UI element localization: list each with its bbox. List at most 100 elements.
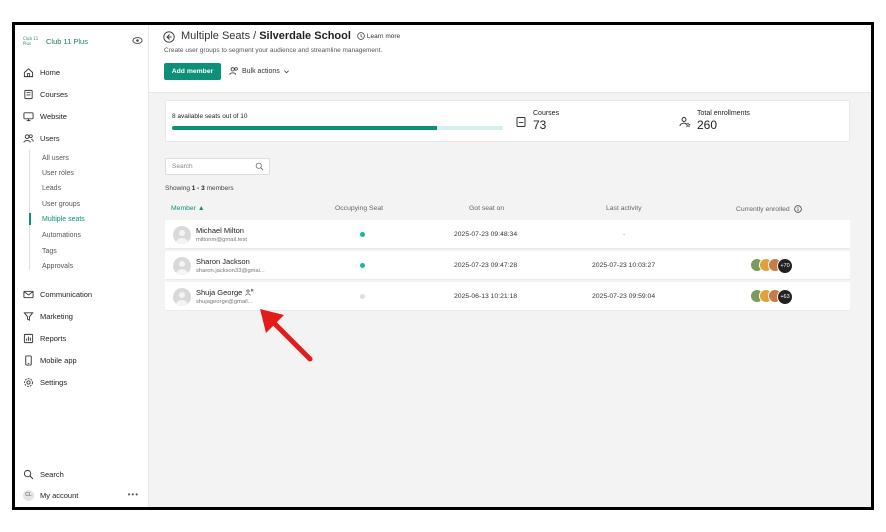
sidebar-item-label: Tags — [42, 247, 57, 255]
nav-marketing[interactable]: Marketing — [23, 309, 143, 323]
back-arrow-icon[interactable] — [163, 31, 175, 43]
member-name[interactable]: Sharon Jackson — [196, 257, 250, 266]
bulk-actions-label: Bulk actions — [242, 67, 280, 75]
seats-stats-card: 8 available seats out of 10 Courses 73 T… — [165, 100, 850, 142]
home-icon — [23, 67, 34, 77]
sidebar-item-approvals[interactable]: Approvals — [29, 260, 139, 272]
nav-communication-label: Communication — [40, 289, 93, 299]
courses-icon — [24, 89, 33, 99]
nav-my-account[interactable]: CL My account ••• — [23, 488, 143, 502]
funnel-icon — [23, 311, 34, 321]
available-seats-label: 8 available seats out of 10 — [172, 113, 248, 120]
learn-more-link[interactable]: Learn more — [357, 32, 400, 40]
sidebar-item-tags[interactable]: Tags — [29, 245, 139, 257]
gear-icon — [24, 377, 33, 387]
column-last-activity[interactable]: Last activity — [606, 205, 642, 212]
enrolled-courses-stack[interactable]: +70 — [750, 258, 793, 274]
users-icon — [23, 133, 34, 143]
enrollments-stat-label: Total enrollments — [697, 110, 750, 117]
member-name-text: Shuja George — [196, 288, 243, 297]
showing-count: Showing 1 - 3 members — [165, 185, 234, 192]
column-currently-enrolled-label: Currently enrolled — [736, 205, 790, 213]
avatar — [173, 288, 191, 306]
search-input[interactable] — [166, 159, 246, 174]
got-seat-date: 2025-07-23 09:47:28 — [454, 262, 518, 269]
sidebar-item-user-roles[interactable]: User roles — [29, 167, 139, 179]
column-member[interactable]: Member ▲ — [171, 205, 205, 212]
reports-icon — [23, 333, 34, 343]
seats-progress-bar — [172, 126, 503, 130]
sidebar-item-label: Automations — [42, 231, 81, 239]
app-window: Club 11 Plus Club 11 Plus Home Courses W… — [12, 22, 874, 510]
courses-stat-value: 73 — [533, 118, 547, 132]
group-name: Silverdale School — [259, 30, 351, 42]
bulk-actions-dropdown[interactable]: Bulk actions — [229, 66, 293, 76]
last-activity: 2025-07-23 09:59:04 — [592, 293, 656, 300]
more-courses-badge: +63 — [777, 289, 793, 305]
nav-reports-label: Reports — [40, 333, 67, 343]
member-name[interactable]: Michael Milton — [196, 226, 244, 235]
nav-website-label: Website — [40, 111, 67, 121]
sidebar-item-label: All users — [42, 154, 69, 162]
breadcrumb[interactable]: Multiple Seats / — [181, 30, 256, 42]
sidebar-item-automations[interactable]: Automations — [29, 229, 139, 241]
table-row[interactable]: Michael Milton miltonm@gmail.test 2025-0… — [165, 220, 850, 249]
member-email: sharon.jackson33@gmai... — [196, 268, 265, 274]
page-subtitle: Create user groups to segment your audie… — [164, 47, 383, 54]
nav-my-account-label: My account — [40, 490, 79, 500]
search-icon — [23, 469, 34, 479]
showing-range: 1 - 3 — [191, 185, 205, 192]
info-icon[interactable] — [793, 205, 802, 213]
add-member-button[interactable]: Add member — [164, 63, 221, 80]
nav-reports[interactable]: Reports — [23, 331, 143, 345]
avatar: CL — [23, 489, 34, 501]
sidebar-item-label: Multiple seats — [42, 215, 85, 223]
member-search[interactable] — [165, 158, 270, 175]
sidebar-item-user-groups[interactable]: User groups — [29, 198, 139, 210]
help-icon — [357, 32, 365, 40]
seats-progress-fill — [172, 126, 437, 130]
nav-courses[interactable]: Courses — [23, 87, 143, 101]
nav-mobile-app-label: Mobile app — [40, 355, 77, 365]
eye-icon[interactable] — [132, 35, 143, 46]
mail-icon — [23, 290, 34, 298]
last-activity: - — [623, 231, 626, 238]
showing-prefix: Showing — [165, 185, 190, 192]
nav-home[interactable]: Home — [23, 65, 143, 79]
table-row[interactable]: Sharon Jackson sharon.jackson33@gmai... … — [165, 251, 850, 280]
member-email: miltonm@gmail.test — [196, 237, 247, 243]
nav-communication[interactable]: Communication — [23, 287, 143, 301]
column-currently-enrolled[interactable]: Currently enrolled — [736, 205, 802, 213]
table-header: Member ▲ Occupying Seat Got seat on Last… — [165, 203, 850, 217]
member-name-text: Sharon Jackson — [196, 257, 250, 266]
occupying-seat-indicator — [360, 232, 365, 237]
nav-website[interactable]: Website — [23, 109, 143, 123]
sidebar-item-multiple-seats[interactable]: Multiple seats — [29, 213, 139, 225]
sidebar-item-label: Approvals — [42, 262, 74, 270]
avatar — [173, 257, 191, 275]
nav-users[interactable]: Users — [23, 131, 143, 145]
enrolled-courses-stack[interactable]: +63 — [750, 289, 793, 305]
got-seat-date: 2025-06-13 10:21:18 — [454, 293, 518, 300]
column-occupying-seat[interactable]: Occupying Seat — [335, 205, 383, 212]
nav-users-label: Users — [40, 133, 60, 143]
more-options-icon[interactable]: ••• — [128, 490, 139, 499]
nav-mobile-app[interactable]: Mobile app — [23, 353, 143, 367]
brand[interactable]: Club 11 Plus Club 11 Plus — [23, 34, 143, 48]
column-got-seat-on[interactable]: Got seat on — [469, 205, 504, 212]
showing-suffix: members — [206, 185, 234, 192]
sidebar-item-label: User groups — [42, 200, 81, 208]
nav-courses-label: Courses — [40, 89, 68, 99]
occupying-seat-indicator — [360, 294, 365, 299]
sidebar: Club 11 Plus Club 11 Plus Home Courses W… — [15, 25, 149, 507]
nav-home-label: Home — [40, 67, 61, 77]
last-activity: 2025-07-23 10:03:27 — [592, 262, 656, 269]
member-name[interactable]: Shuja George — [196, 288, 254, 297]
enrollments-stat-value: 260 — [697, 118, 718, 132]
users-icon — [229, 67, 238, 75]
sidebar-item-leads[interactable]: Leads — [29, 182, 139, 194]
member-name-text: Michael Milton — [196, 226, 244, 235]
nav-settings[interactable]: Settings — [23, 375, 143, 389]
sidebar-item-all-users[interactable]: All users — [29, 152, 139, 164]
nav-search[interactable]: Search — [23, 467, 143, 481]
